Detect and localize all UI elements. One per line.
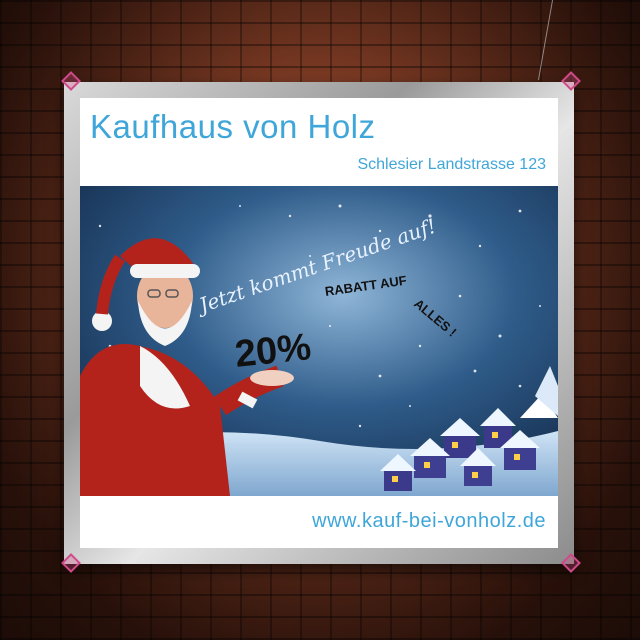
store-name: Kaufhaus von Holz	[90, 108, 376, 145]
christmas-scene	[80, 186, 558, 496]
website-url: www.kauf-bei-vonholz.de	[312, 510, 546, 532]
store-address: Schlesier Landstrasse 123	[357, 156, 546, 173]
advertising-poster: Kaufhaus von Holz Schlesier Landstrasse …	[80, 98, 558, 548]
discount-percent: 20%	[232, 326, 313, 376]
